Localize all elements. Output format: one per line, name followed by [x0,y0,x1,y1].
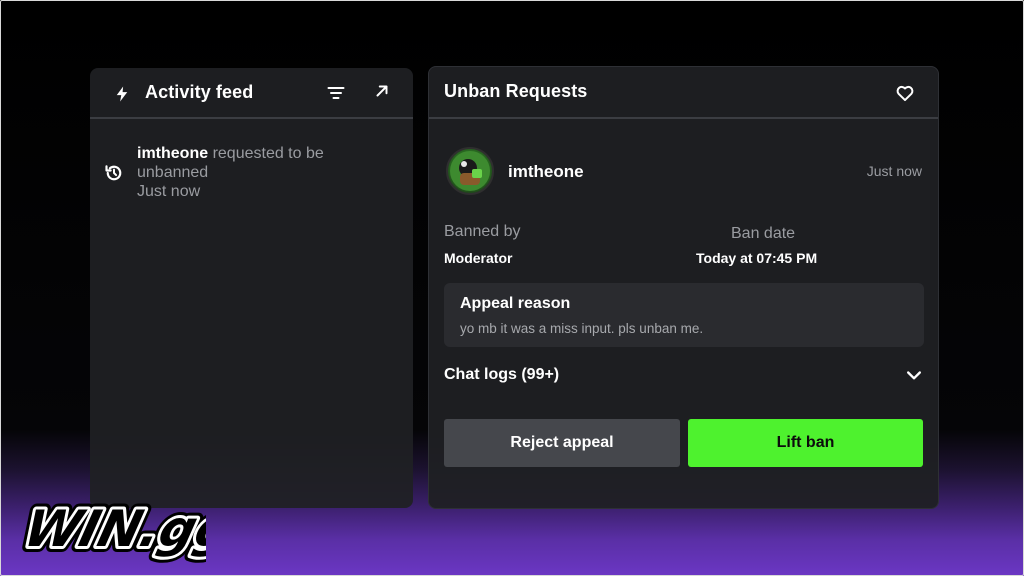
filter-icon[interactable] [324,81,348,105]
banned-by-label: Banned by [444,223,521,240]
feed-item-time: Just now [137,183,201,200]
feed-item-text: imtheone requested to be unbanned Just n… [137,144,367,201]
svg-text:WIN.gg: WIN.gg [19,500,206,558]
activity-feed-title: Activity feed [145,82,254,102]
lightning-icon [110,82,134,106]
activity-feed-panel: Activity feed imtheone requested to be u… [90,68,413,508]
ban-date-value: Today at 07:45 PM [696,250,818,266]
activity-feed-header: Activity feed [90,68,413,119]
unban-requests-panel: Unban Requests imtheone Just now Banned … [428,66,939,509]
appeal-reason-title: Appeal reason [460,295,571,312]
history-icon [104,163,124,183]
chat-logs-toggle[interactable]: Chat logs (99+) [444,363,924,389]
unban-requests-title: Unban Requests [444,81,588,101]
lift-ban-button[interactable]: Lift ban [688,419,923,467]
appeal-reason-box: Appeal reason yo mb it was a miss input.… [444,283,924,347]
unban-requests-header: Unban Requests [429,67,938,119]
win-gg-logo: WIN.gg WIN.gg WIN.gg [13,488,246,564]
feed-item[interactable]: imtheone requested to be unbanned Just n… [102,143,402,203]
chevron-down-icon[interactable] [904,365,924,385]
arrow-up-right-icon[interactable] [370,79,394,103]
request-username[interactable]: imtheone [508,162,584,182]
request-timestamp: Just now [866,163,922,179]
reject-appeal-button[interactable]: Reject appeal [444,419,680,467]
avatar [446,147,494,195]
ban-date-label: Ban date [731,225,796,242]
feed-item-username[interactable]: imtheone [137,145,208,162]
heart-icon[interactable] [892,80,918,106]
appeal-reason-text: yo mb it was a miss input. pls unban me. [460,321,704,336]
banned-by-value: Moderator [444,250,513,266]
chat-logs-label: Chat logs (99+) [444,366,560,383]
